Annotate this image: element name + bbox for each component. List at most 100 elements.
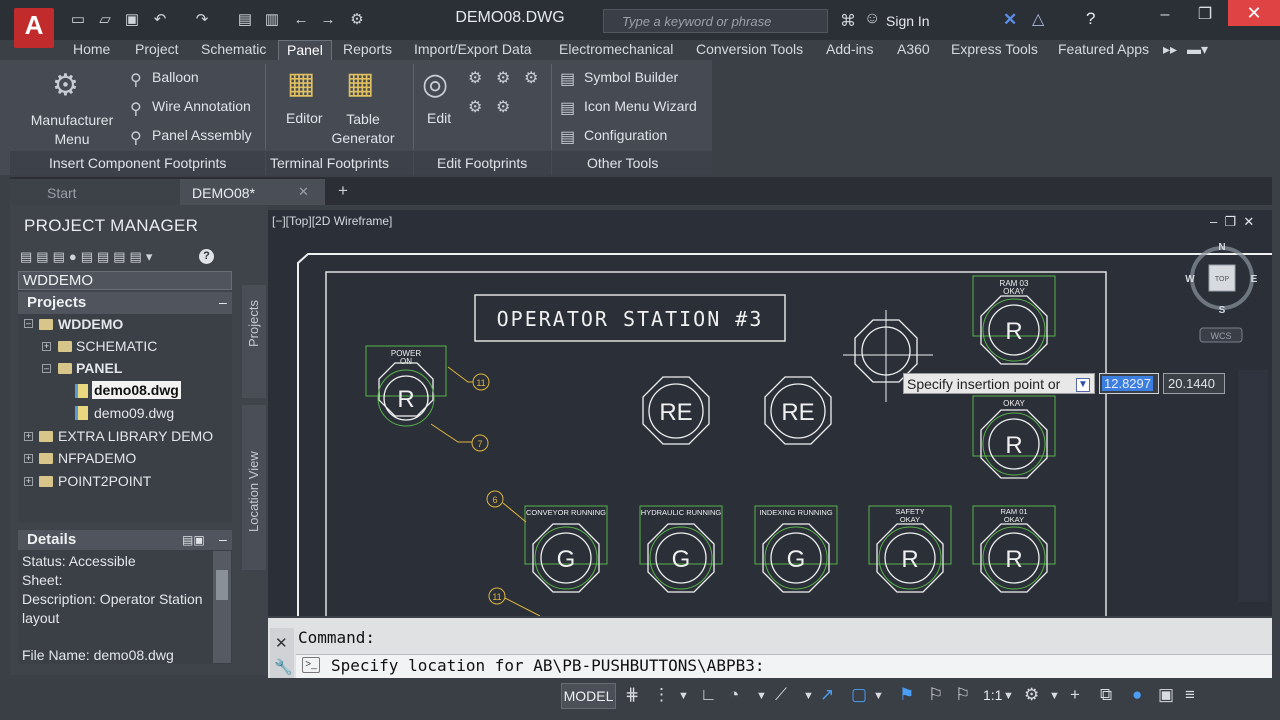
down-arrow-icon[interactable]: ▼ bbox=[1076, 378, 1090, 392]
configuration-button[interactable]: Configuration bbox=[584, 127, 667, 143]
chevron-down-icon[interactable]: ▼ bbox=[756, 690, 767, 702]
collapse-icon[interactable]: – bbox=[24, 319, 33, 328]
tab-projects[interactable]: Projects bbox=[242, 285, 266, 398]
tab-electromechanical[interactable]: Electromechanical bbox=[559, 40, 673, 60]
balloon-button[interactable]: Balloon bbox=[152, 69, 199, 85]
pushbutton-power-on[interactable]: POWER ON R bbox=[365, 345, 447, 427]
exchange-apps-icon[interactable]: ✕ bbox=[1003, 10, 1017, 30]
pushbutton-conveyor-running[interactable]: CONVEYOR RUNNING G bbox=[524, 505, 608, 593]
wrench-icon[interactable]: 🔧 bbox=[274, 658, 293, 676]
edit-button[interactable]: Edit bbox=[427, 110, 451, 126]
details-view-icons[interactable]: ▤▣ bbox=[182, 533, 205, 547]
restore-button[interactable]: ❐ bbox=[1190, 4, 1220, 28]
panel-title-terminal-footprints[interactable]: Terminal Footprints bbox=[270, 155, 389, 171]
y-coordinate-input[interactable]: 20.1440 bbox=[1163, 373, 1225, 394]
tree-item-wddemo[interactable]: WDDEMO bbox=[58, 316, 123, 332]
clean-screen-icon[interactable]: ▣ bbox=[1158, 685, 1174, 705]
tab-express-tools[interactable]: Express Tools bbox=[951, 40, 1038, 60]
minimize-button[interactable]: – bbox=[1150, 4, 1180, 28]
footprint-tool-icon[interactable]: ⚙ bbox=[524, 68, 538, 88]
model-space-button[interactable]: MODEL bbox=[561, 683, 616, 709]
print-icon[interactable]: ▤ bbox=[235, 11, 255, 29]
tab-import-export[interactable]: Import/Export Data bbox=[414, 40, 532, 60]
redo-icon[interactable]: ↷ bbox=[192, 11, 212, 29]
open-icon[interactable]: ▱ bbox=[95, 11, 115, 29]
x-coordinate-input[interactable]: 12.8297 bbox=[1099, 373, 1159, 394]
pushbutton-ram-03[interactable]: RAM 03 OKAY R bbox=[972, 275, 1056, 365]
scrollbar-thumb[interactable] bbox=[216, 570, 228, 600]
isolate-objects-icon[interactable]: ⧉ bbox=[1100, 685, 1112, 705]
grid-icon[interactable]: ⋕ bbox=[625, 685, 639, 705]
annotation-autoscale-icon[interactable]: ⚐ bbox=[928, 685, 943, 705]
annotation-scale-value[interactable]: 1:1 bbox=[983, 687, 1002, 703]
footprint-tool-icon[interactable]: ⚙ bbox=[468, 68, 482, 88]
pushbutton-ram-01[interactable]: RAM 01 OKAY R bbox=[972, 505, 1056, 593]
more-tabs-icon[interactable]: ▸▸ bbox=[1163, 40, 1177, 60]
chevron-down-icon[interactable]: ▼ bbox=[803, 690, 814, 702]
chevron-down-icon[interactable]: ▼ bbox=[678, 690, 689, 702]
snap-icon[interactable]: ⋮ bbox=[653, 685, 670, 705]
new-icon[interactable]: ▭ bbox=[68, 11, 88, 29]
forward-arrow-icon[interactable]: → bbox=[318, 11, 338, 29]
viewport-window-controls[interactable]: – ❐ ✕ bbox=[1210, 214, 1254, 230]
help-icon[interactable]: ? bbox=[199, 249, 214, 264]
undo-icon[interactable]: ↶ bbox=[150, 11, 170, 29]
tab-a360[interactable]: A360 bbox=[897, 40, 930, 60]
close-tab-icon[interactable]: ✕ bbox=[298, 184, 309, 200]
binoculars-icon[interactable]: ⌘ bbox=[840, 11, 856, 31]
expand-icon[interactable]: + bbox=[24, 454, 33, 463]
collapse-icon[interactable]: – bbox=[219, 294, 227, 310]
pushbutton-hydraulic-running[interactable]: HYDRAULIC RUNNING G bbox=[639, 505, 723, 593]
workspace-gear-icon[interactable]: ⚙ bbox=[1024, 685, 1039, 705]
search-input[interactable]: Type a keyword or phrase bbox=[603, 9, 828, 33]
pushbutton-safety-okay[interactable]: SAFETY OKAY R bbox=[868, 505, 952, 593]
chevron-down-icon[interactable]: ▼ bbox=[1049, 690, 1060, 702]
expand-icon[interactable]: + bbox=[42, 342, 51, 351]
chevron-down-icon[interactable]: ▼ bbox=[1003, 690, 1014, 702]
table-generator-button[interactable]: Table Generator bbox=[331, 110, 395, 148]
back-arrow-icon[interactable]: ← bbox=[291, 11, 311, 29]
pushbutton-re-2[interactable]: RE bbox=[764, 376, 832, 445]
tree-item-extra-library-demo[interactable]: EXTRA LIBRARY DEMO bbox=[58, 428, 213, 444]
customization-icon[interactable]: ≡ bbox=[1185, 685, 1195, 705]
command-prompt-icon[interactable]: >_ bbox=[302, 657, 320, 673]
manufacturer-menu-button[interactable]: Manufacturer Menu bbox=[27, 111, 117, 149]
polar-icon[interactable]: ◔ bbox=[729, 685, 739, 705]
project-icon[interactable]: ▥ bbox=[262, 11, 282, 29]
wire-annotation-button[interactable]: Wire Annotation bbox=[152, 98, 251, 114]
close-icon[interactable]: ✕ bbox=[275, 634, 288, 652]
new-tab-icon[interactable]: + bbox=[338, 181, 348, 201]
a360-icon[interactable]: △ bbox=[1032, 9, 1044, 29]
details-scrollbar[interactable] bbox=[213, 551, 231, 663]
tree-item-point2point[interactable]: POINT2POINT bbox=[58, 473, 151, 489]
object-snap-tracking-icon[interactable]: ↗ bbox=[820, 685, 834, 705]
pushbutton-re-1[interactable]: RE bbox=[642, 376, 710, 445]
tab-schematic[interactable]: Schematic bbox=[201, 40, 266, 60]
expand-icon[interactable]: + bbox=[24, 477, 33, 486]
pushbutton-okay[interactable]: OKAY R bbox=[972, 395, 1056, 479]
tree-item-nfpademo[interactable]: NFPADEMO bbox=[58, 450, 136, 466]
sign-in-link[interactable]: Sign In bbox=[886, 13, 930, 29]
pushbutton-indexing-running[interactable]: INDEXING RUNNING G bbox=[754, 505, 838, 593]
tree-item-schematic[interactable]: SCHEMATIC bbox=[76, 338, 157, 354]
add-icon[interactable]: + bbox=[1070, 685, 1080, 705]
tab-featured-apps[interactable]: Featured Apps bbox=[1058, 40, 1149, 60]
object-snap-icon[interactable]: ▢ bbox=[851, 685, 867, 705]
close-button[interactable]: ✕ bbox=[1228, 0, 1280, 26]
tab-reports[interactable]: Reports bbox=[343, 40, 392, 60]
collapse-icon[interactable]: – bbox=[42, 364, 51, 373]
navigation-bar[interactable] bbox=[1238, 370, 1268, 602]
tab-add-ins[interactable]: Add-ins bbox=[826, 40, 873, 60]
panel-assembly-button[interactable]: Panel Assembly bbox=[152, 127, 252, 143]
symbol-builder-button[interactable]: Symbol Builder bbox=[584, 69, 678, 85]
ribbon-options-icon[interactable]: ▬▾ bbox=[1187, 40, 1208, 60]
hardware-acceleration-icon[interactable]: ● bbox=[1132, 685, 1142, 705]
chevron-down-icon[interactable]: ▼ bbox=[873, 690, 884, 702]
annotation-scale-icon[interactable]: ⚐ bbox=[955, 685, 970, 705]
ortho-icon[interactable]: ∟ bbox=[700, 685, 717, 705]
annotation-visibility-icon[interactable]: ⚑ bbox=[899, 685, 914, 705]
tab-start[interactable]: Start bbox=[10, 179, 180, 205]
tab-home[interactable]: Home bbox=[73, 40, 110, 60]
save-icon[interactable]: ▣ bbox=[122, 11, 142, 29]
footprint-tool-icon[interactable]: ⚙ bbox=[496, 68, 510, 88]
